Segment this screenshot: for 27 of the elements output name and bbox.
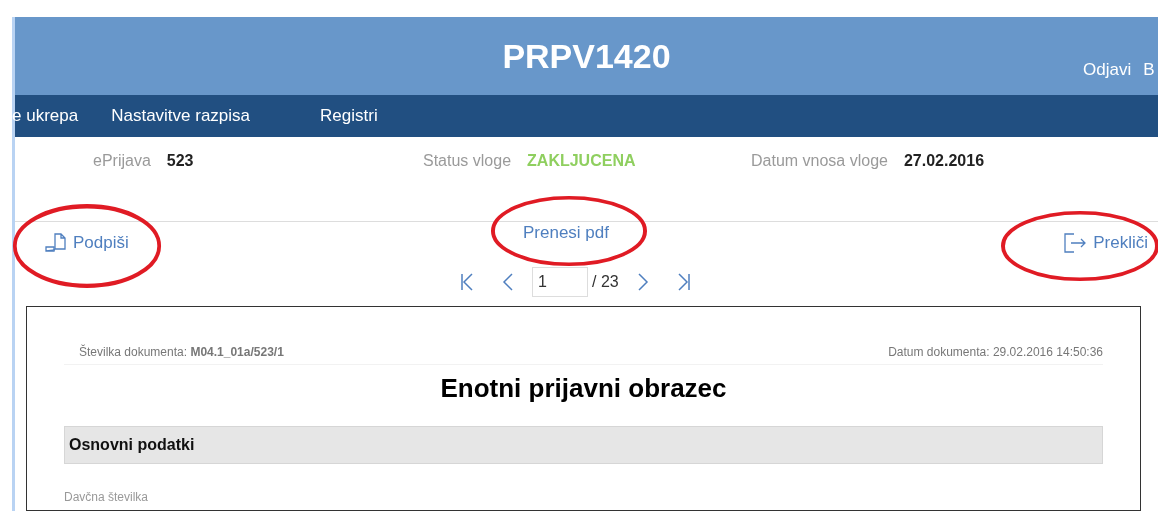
info-value: 523: [166, 151, 194, 171]
app-title: PRPV1420: [502, 35, 671, 77]
document-number: Številka dokumenta: M04.1_01a/523/1: [79, 343, 284, 361]
document-title: Enotni prijavni obrazec: [439, 372, 728, 405]
nav-item[interactable]: Nastavitve razpisa: [111, 103, 251, 129]
previous-page-icon[interactable]: [502, 272, 514, 292]
section-title: Osnovni podatki: [69, 435, 195, 455]
info-value: ZAKLJUCENA: [527, 151, 636, 171]
sign-document-icon: [45, 233, 67, 253]
sign-button[interactable]: Podpiši: [45, 230, 129, 256]
exit-icon: [1063, 232, 1088, 254]
nav-item[interactable]: Registri: [320, 103, 378, 129]
document-date: Datum dokumenta: 29.02.2016 14:50:36: [888, 344, 1103, 361]
page-total: / 23: [592, 272, 619, 292]
first-page-icon[interactable]: [460, 272, 474, 292]
info-label: Status vloge: [423, 151, 512, 171]
info-value: 27.02.2016: [903, 151, 985, 171]
field-label: Davčna številka: [64, 489, 150, 506]
download-pdf-link[interactable]: Prenesi pdf: [523, 220, 609, 246]
cancel-button[interactable]: Prekliči: [1063, 230, 1148, 256]
header-link[interactable]: B: [1143, 57, 1155, 83]
info-label: ePrijava: [93, 151, 151, 171]
header-link[interactable]: Odjavi: [1083, 57, 1132, 83]
last-page-icon[interactable]: [676, 272, 691, 292]
info-label: Datum vnosa vloge: [751, 151, 888, 171]
page-number-field[interactable]: 1: [532, 267, 588, 297]
next-page-icon[interactable]: [636, 272, 649, 292]
